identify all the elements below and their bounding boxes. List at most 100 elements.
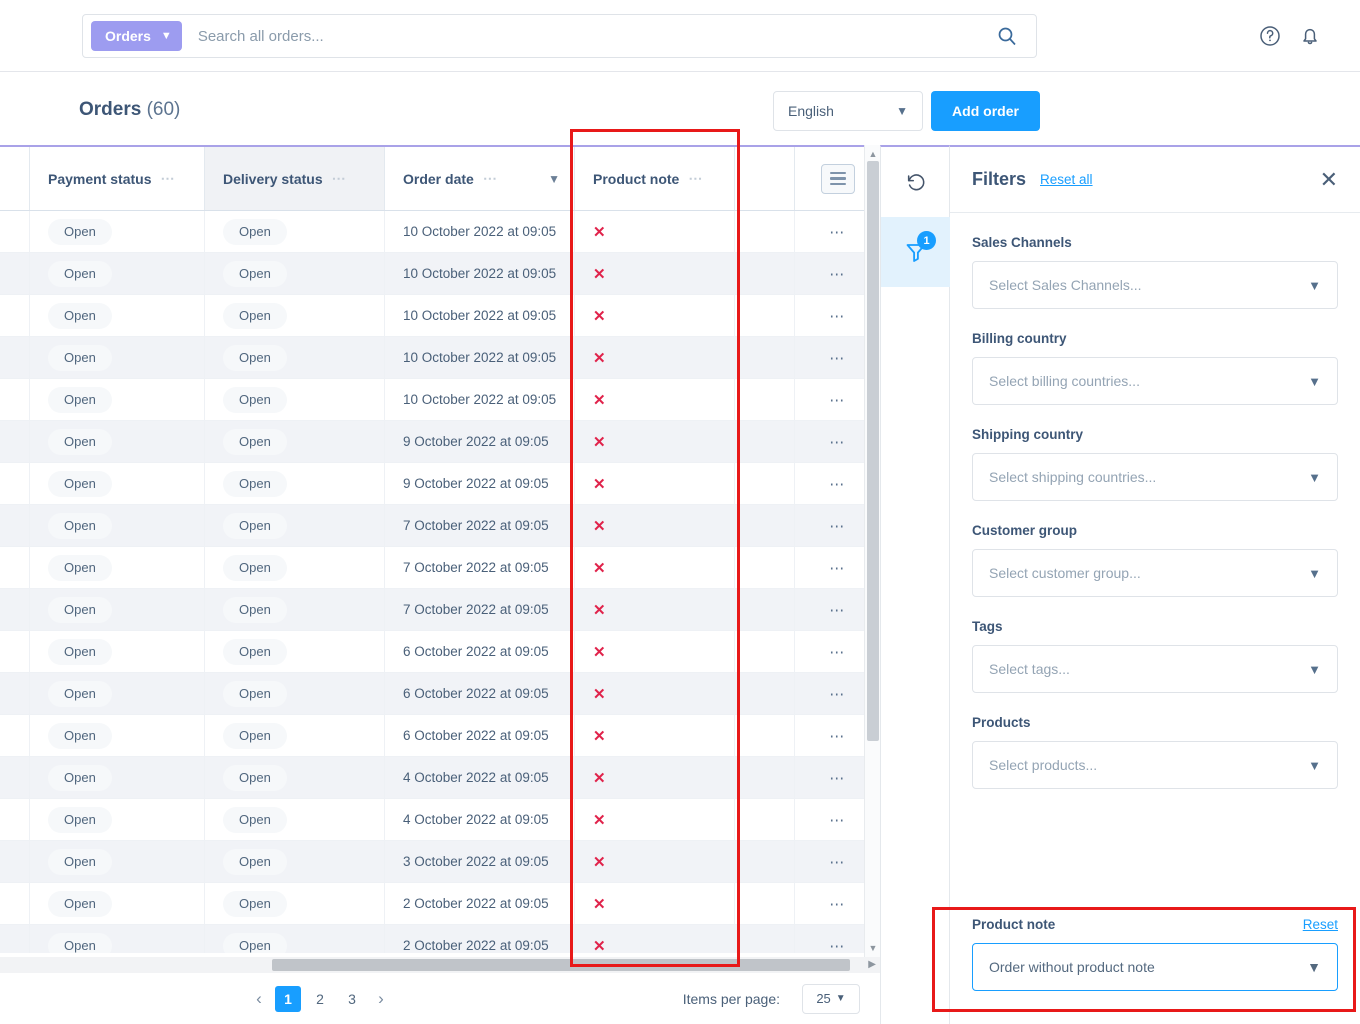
list-settings-icon[interactable] [820, 163, 855, 194]
scroll-down-icon[interactable]: ▼ [868, 943, 878, 953]
row-select-cell[interactable] [0, 631, 30, 672]
filter-button[interactable]: 1 [881, 217, 951, 287]
help-icon[interactable] [1258, 24, 1282, 48]
add-order-button[interactable]: Add order [931, 91, 1040, 131]
search-icon[interactable] [996, 25, 1018, 47]
undo-button[interactable] [881, 147, 951, 217]
column-header-payment-status[interactable]: Payment status ⋯ [30, 147, 205, 210]
row-menu-icon[interactable]: ⋯ [829, 307, 846, 325]
row-select-cell[interactable] [0, 547, 30, 588]
product-note-select[interactable]: Order without product note ▼ [972, 943, 1338, 991]
cell-payment-status: Open [30, 841, 205, 882]
row-select-cell[interactable] [0, 295, 30, 336]
row-menu-icon[interactable]: ⋯ [829, 853, 846, 871]
row-select-cell[interactable] [0, 421, 30, 462]
row-menu-icon[interactable]: ⋯ [829, 475, 846, 493]
row-select-cell[interactable] [0, 463, 30, 504]
row-menu-icon[interactable]: ⋯ [829, 811, 846, 829]
table-row[interactable]: Open Open 10 October 2022 at 09:05 ✕ ⋯ [0, 211, 880, 253]
row-select-cell[interactable] [0, 715, 30, 756]
pagination-prev-button[interactable]: ‹ [246, 986, 272, 1012]
search-scope-button[interactable]: Orders ▼ [91, 21, 182, 51]
table-row[interactable]: Open Open 3 October 2022 at 09:05 ✕ ⋯ [0, 841, 880, 883]
row-select-cell[interactable] [0, 337, 30, 378]
row-select-cell[interactable] [0, 883, 30, 924]
row-select-cell[interactable] [0, 253, 30, 294]
table-row[interactable]: Open Open 10 October 2022 at 09:05 ✕ ⋯ [0, 337, 880, 379]
table-row[interactable]: Open Open 4 October 2022 at 09:05 ✕ ⋯ [0, 757, 880, 799]
items-per-page-select[interactable]: 25 ▼ [802, 983, 860, 1014]
cell-payment-status: Open [30, 295, 205, 336]
row-menu-icon[interactable]: ⋯ [829, 685, 846, 703]
row-menu-icon[interactable]: ⋯ [829, 769, 846, 787]
row-select-cell[interactable] [0, 925, 30, 953]
table-row[interactable]: Open Open 7 October 2022 at 09:05 ✕ ⋯ [0, 505, 880, 547]
cell-blank [735, 211, 795, 252]
scroll-right-icon[interactable]: ▶ [868, 959, 876, 970]
language-select[interactable]: English ▼ [773, 91, 923, 131]
row-menu-icon[interactable]: ⋯ [829, 349, 846, 367]
row-select-cell[interactable] [0, 211, 30, 252]
pagination-page-2[interactable]: 2 [307, 986, 333, 1012]
row-select-cell[interactable] [0, 379, 30, 420]
row-menu-icon[interactable]: ⋯ [829, 265, 846, 283]
row-select-cell[interactable] [0, 673, 30, 714]
row-select-cell[interactable] [0, 841, 30, 882]
filter-select[interactable]: Select customer group... ▼ [972, 549, 1338, 597]
column-header-delivery-status[interactable]: Delivery status ⋯ [205, 147, 385, 210]
product-note-reset-link[interactable]: Reset [1303, 917, 1338, 932]
row-select-cell[interactable] [0, 505, 30, 546]
column-menu-icon[interactable]: ⋯ [332, 170, 347, 187]
column-menu-icon[interactable]: ⋯ [160, 170, 175, 187]
row-menu-icon[interactable]: ⋯ [829, 601, 846, 619]
sort-chevron-down-icon[interactable]: ▼ [548, 172, 560, 186]
table-row[interactable]: Open Open 9 October 2022 at 09:05 ✕ ⋯ [0, 421, 880, 463]
status-badge: Open [223, 680, 287, 707]
row-select-cell[interactable] [0, 799, 30, 840]
table-row[interactable]: Open Open 2 October 2022 at 09:05 ✕ ⋯ [0, 883, 880, 925]
scroll-up-icon[interactable]: ▲ [868, 149, 878, 159]
table-row[interactable]: Open Open 7 October 2022 at 09:05 ✕ ⋯ [0, 589, 880, 631]
table-row[interactable]: Open Open 6 October 2022 at 09:05 ✕ ⋯ [0, 673, 880, 715]
row-select-cell[interactable] [0, 757, 30, 798]
table-row[interactable]: Open Open 10 October 2022 at 09:05 ✕ ⋯ [0, 379, 880, 421]
table-row[interactable]: Open Open 6 October 2022 at 09:05 ✕ ⋯ [0, 715, 880, 757]
close-icon[interactable]: ✕ [1320, 168, 1338, 191]
row-menu-icon[interactable]: ⋯ [829, 517, 846, 535]
bell-icon[interactable] [1298, 24, 1322, 48]
filter-select[interactable]: Select billing countries... ▼ [972, 357, 1338, 405]
table-vertical-scrollbar[interactable]: ▲ ▼ [864, 145, 880, 957]
reset-all-link[interactable]: Reset all [1040, 172, 1093, 187]
pagination-page-3[interactable]: 3 [339, 986, 365, 1012]
pagination-page-1[interactable]: 1 [275, 985, 301, 1012]
table-row[interactable]: Open Open 4 October 2022 at 09:05 ✕ ⋯ [0, 799, 880, 841]
scrollbar-thumb[interactable] [867, 161, 879, 741]
row-menu-icon[interactable]: ⋯ [829, 223, 846, 241]
pagination-next-button[interactable]: › [368, 986, 394, 1012]
row-select-cell[interactable] [0, 589, 30, 630]
filter-select[interactable]: Select products... ▼ [972, 741, 1338, 789]
row-menu-icon[interactable]: ⋯ [829, 433, 846, 451]
table-horizontal-scrollbar[interactable]: ▶ [0, 957, 880, 973]
table-row[interactable]: Open Open 9 October 2022 at 09:05 ✕ ⋯ [0, 463, 880, 505]
column-header-order-date[interactable]: Order date ⋯ ▼ [385, 147, 575, 210]
table-row[interactable]: Open Open 10 October 2022 at 09:05 ✕ ⋯ [0, 295, 880, 337]
table-row[interactable]: Open Open 6 October 2022 at 09:05 ✕ ⋯ [0, 631, 880, 673]
filter-select[interactable]: Select tags... ▼ [972, 645, 1338, 693]
row-menu-icon[interactable]: ⋯ [829, 895, 846, 913]
row-menu-icon[interactable]: ⋯ [829, 559, 846, 577]
table-row[interactable]: Open Open 2 October 2022 at 09:05 ✕ ⋯ [0, 925, 880, 953]
column-menu-icon[interactable]: ⋯ [483, 170, 498, 187]
filter-select[interactable]: Select Sales Channels... ▼ [972, 261, 1338, 309]
filter-select[interactable]: Select shipping countries... ▼ [972, 453, 1338, 501]
row-menu-icon[interactable]: ⋯ [829, 937, 846, 954]
table-row[interactable]: Open Open 10 October 2022 at 09:05 ✕ ⋯ [0, 253, 880, 295]
row-menu-icon[interactable]: ⋯ [829, 643, 846, 661]
search-input[interactable] [195, 26, 996, 46]
scrollbar-thumb[interactable] [272, 959, 850, 971]
table-row[interactable]: Open Open 7 October 2022 at 09:05 ✕ ⋯ [0, 547, 880, 589]
row-menu-icon[interactable]: ⋯ [829, 391, 846, 409]
column-header-product-note[interactable]: Product note ⋯ [575, 147, 735, 210]
row-menu-icon[interactable]: ⋯ [829, 727, 846, 745]
column-menu-icon[interactable]: ⋯ [688, 170, 703, 187]
